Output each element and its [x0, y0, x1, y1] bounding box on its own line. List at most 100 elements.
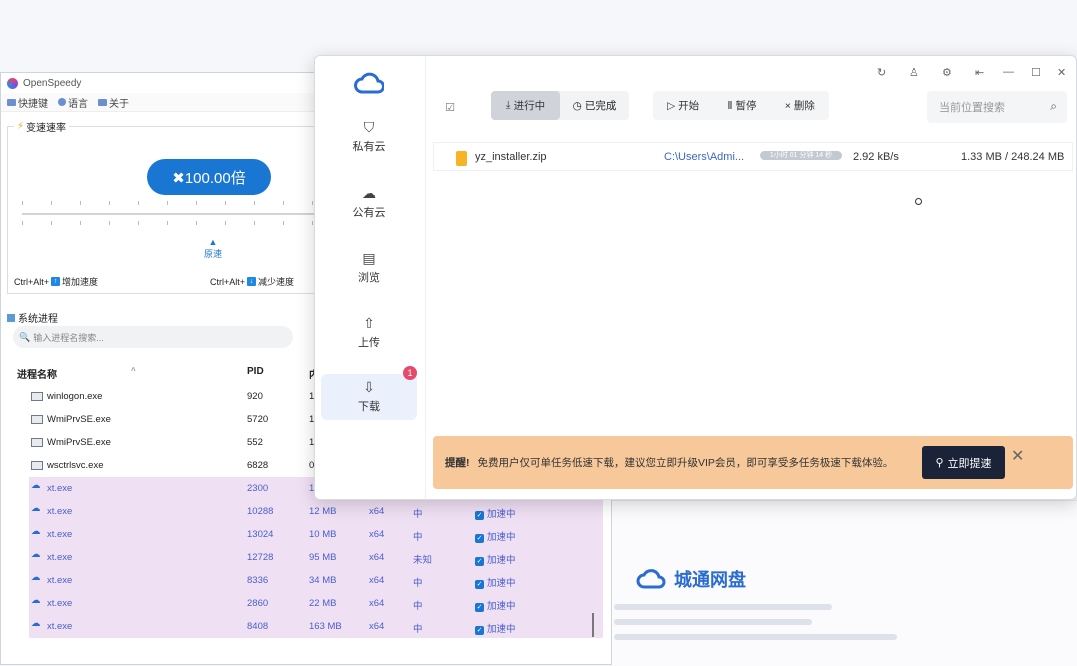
download-icon: ⤓ — [505, 99, 511, 111]
table-row[interactable]: ☁ xt.exe 8408 163 MB x64 中 ✓ 加速中 — [29, 615, 603, 638]
logout-icon[interactable]: ⇤ — [975, 66, 984, 79]
process-pid: 6828 — [247, 460, 269, 471]
cloud-process-icon: ☁ — [31, 595, 41, 606]
sidebar-item-label: 上传 — [358, 337, 380, 349]
select-all-checkbox[interactable]: ☑ — [435, 94, 465, 120]
pause-button[interactable]: Ⅱ 暂停 — [727, 98, 756, 113]
speed-value-button[interactable]: ✖100.00倍 — [147, 159, 271, 195]
process-priority: 中 — [413, 624, 423, 635]
hotkey-prefix: Ctrl+Alt+ — [14, 276, 50, 287]
button-label: 暂停 — [735, 100, 757, 112]
table-row[interactable]: ☁ xt.exe 12728 95 MB x64 未知 ✓ 加速中 — [29, 546, 603, 569]
group-title-text: 系统进程 — [18, 314, 58, 325]
accelerate-label: 加速中 — [487, 509, 516, 520]
x-icon: × — [784, 100, 794, 112]
tab-completed[interactable]: ◷ 已完成 — [560, 91, 629, 120]
process-priority: 中 — [413, 509, 423, 520]
upload-icon: ⇧ — [363, 315, 375, 331]
sort-arrow-icon: ^ — [131, 366, 136, 375]
accelerate-checkbox[interactable]: ✓ 加速中 — [475, 575, 516, 589]
process-priority: 未知 — [413, 555, 433, 566]
button-label: 开始 — [678, 100, 700, 112]
minimize-icon[interactable]: — — [1003, 66, 1014, 78]
menu-item-about[interactable]: 关于 — [98, 95, 129, 110]
process-name: xt.exe — [47, 529, 73, 540]
process-icon — [7, 313, 15, 322]
tab-in-progress[interactable]: ⤓ 进行中 — [491, 91, 560, 120]
download-row[interactable]: yz_installer.zip C:\Users\Admi... 1小时 01… — [433, 142, 1073, 171]
process-name: WmiPrvSE.exe — [47, 437, 111, 448]
brand-logo: 城通网盘 — [636, 566, 746, 592]
bolt-icon: ⚡ — [17, 121, 25, 132]
column-name[interactable]: 进程名称 — [17, 366, 57, 381]
process-pid: 2860 — [247, 598, 269, 609]
process-name: xt.exe — [47, 621, 73, 632]
process-arch: x64 — [369, 621, 385, 632]
download-icon: ⇩ — [363, 379, 375, 395]
mouse-cursor — [915, 198, 922, 205]
table-row[interactable]: ☁ xt.exe 8336 34 MB x64 中 ✓ 加速中 — [29, 569, 603, 592]
cloud-process-icon: ☁ — [31, 618, 41, 629]
maximize-icon[interactable]: ☐ — [1031, 66, 1041, 79]
download-window: ⛉ 私有云 ☁ 公有云 ▤ 浏览 ⇧ 上传 ⇩ 下载 1 ↻ ♙ ⚙ ⇤ — ☐ ✕ ☑ … — [314, 55, 1077, 500]
delete-button[interactable]: × 删除 — [785, 98, 815, 113]
cloud-process-icon: ☁ — [31, 480, 41, 491]
menu-item-hotkeys[interactable]: 快捷键 — [7, 95, 48, 110]
process-pid: 2300 — [247, 483, 269, 494]
search-icon: 🔍 — [19, 331, 31, 342]
accelerate-label: 加速中 — [487, 601, 516, 612]
process-memory: 10 MB — [309, 529, 337, 540]
download-size: 1.33 MB / 248.24 MB — [961, 151, 1065, 163]
process-memory: 95 MB — [309, 552, 337, 563]
window-title: OpenSpeedy — [23, 77, 82, 89]
process-arch: x64 — [369, 598, 385, 609]
window-process-icon — [31, 415, 43, 424]
play-icon: ▷ — [667, 100, 679, 112]
process-arch: x64 — [369, 552, 385, 563]
table-row[interactable]: ☁ xt.exe 10288 12 MB x64 中 ✓ 加速中 — [29, 500, 603, 523]
origin-label: 原速 — [203, 249, 222, 259]
accelerate-checkbox[interactable]: ✓ 加速中 — [475, 529, 516, 543]
slider-tick — [80, 221, 81, 225]
menu-label: 语言 — [68, 98, 88, 110]
process-name: xt.exe — [47, 483, 73, 494]
accelerate-checkbox[interactable]: ✓ 加速中 — [475, 506, 516, 520]
table-row[interactable]: ☁ xt.exe 13024 10 MB x64 中 ✓ 加速中 — [29, 523, 603, 546]
column-pid[interactable]: PID — [247, 366, 264, 377]
location-search-input[interactable]: 当前位置搜索 ⌕ — [927, 91, 1067, 123]
accelerate-checkbox[interactable]: ✓ 加速中 — [475, 598, 516, 612]
brand-name: 城通网盘 — [674, 570, 746, 590]
checkbox-icon: ☑ — [445, 101, 455, 114]
action-toolbar: ▷ 开始 Ⅱ 暂停 × 删除 — [653, 91, 829, 120]
zip-file-icon — [456, 151, 467, 166]
process-name: xt.exe — [47, 506, 73, 517]
check-icon: ✓ — [475, 557, 484, 566]
refresh-icon[interactable]: ↻ — [877, 66, 886, 79]
table-row[interactable]: ☁ xt.exe 2860 22 MB x64 中 ✓ 加速中 — [29, 592, 603, 615]
process-priority: 中 — [413, 601, 423, 612]
user-icon[interactable]: ♙ — [909, 66, 919, 79]
settings-icon[interactable]: ⚙ — [942, 66, 952, 79]
tab-label: 进行中 — [513, 100, 546, 112]
process-memory: 34 MB — [309, 575, 337, 586]
start-button[interactable]: ▷ 开始 — [667, 98, 699, 113]
close-banner-icon[interactable]: ✕ — [1011, 446, 1024, 466]
accelerate-checkbox[interactable]: ✓ 加速中 — [475, 621, 516, 635]
menu-item-language[interactable]: 语言 — [58, 95, 88, 110]
slider-tick — [283, 221, 284, 225]
sidebar-item-download[interactable]: ⇩ 下载 — [321, 374, 417, 420]
accelerate-checkbox[interactable]: ✓ 加速中 — [475, 552, 516, 566]
sidebar-item-label: 公有云 — [352, 207, 386, 219]
process-search-input[interactable]: 🔍 输入进程名搜索... — [13, 326, 293, 348]
blurred-text — [614, 619, 812, 625]
speed-up-button[interactable]: ⚲ 立即提速 — [922, 446, 1005, 479]
close-icon[interactable]: ✕ — [1057, 66, 1066, 79]
search-icon[interactable]: ⌕ — [1050, 99, 1057, 114]
origin-marker[interactable]: ▲ 原速 — [198, 237, 228, 260]
sidebar-item-browse[interactable]: ▤ 浏览 — [321, 245, 417, 291]
sidebar-item-private-cloud[interactable]: ⛉ 私有云 — [321, 114, 417, 160]
scrollbar[interactable] — [592, 613, 594, 637]
sidebar-item-public-cloud[interactable]: ☁ 公有云 — [321, 180, 417, 226]
sidebar-item-upload[interactable]: ⇧ 上传 — [321, 310, 417, 356]
hotkey-increase: Ctrl+Alt+ ↑ 增加速度 — [14, 275, 98, 288]
